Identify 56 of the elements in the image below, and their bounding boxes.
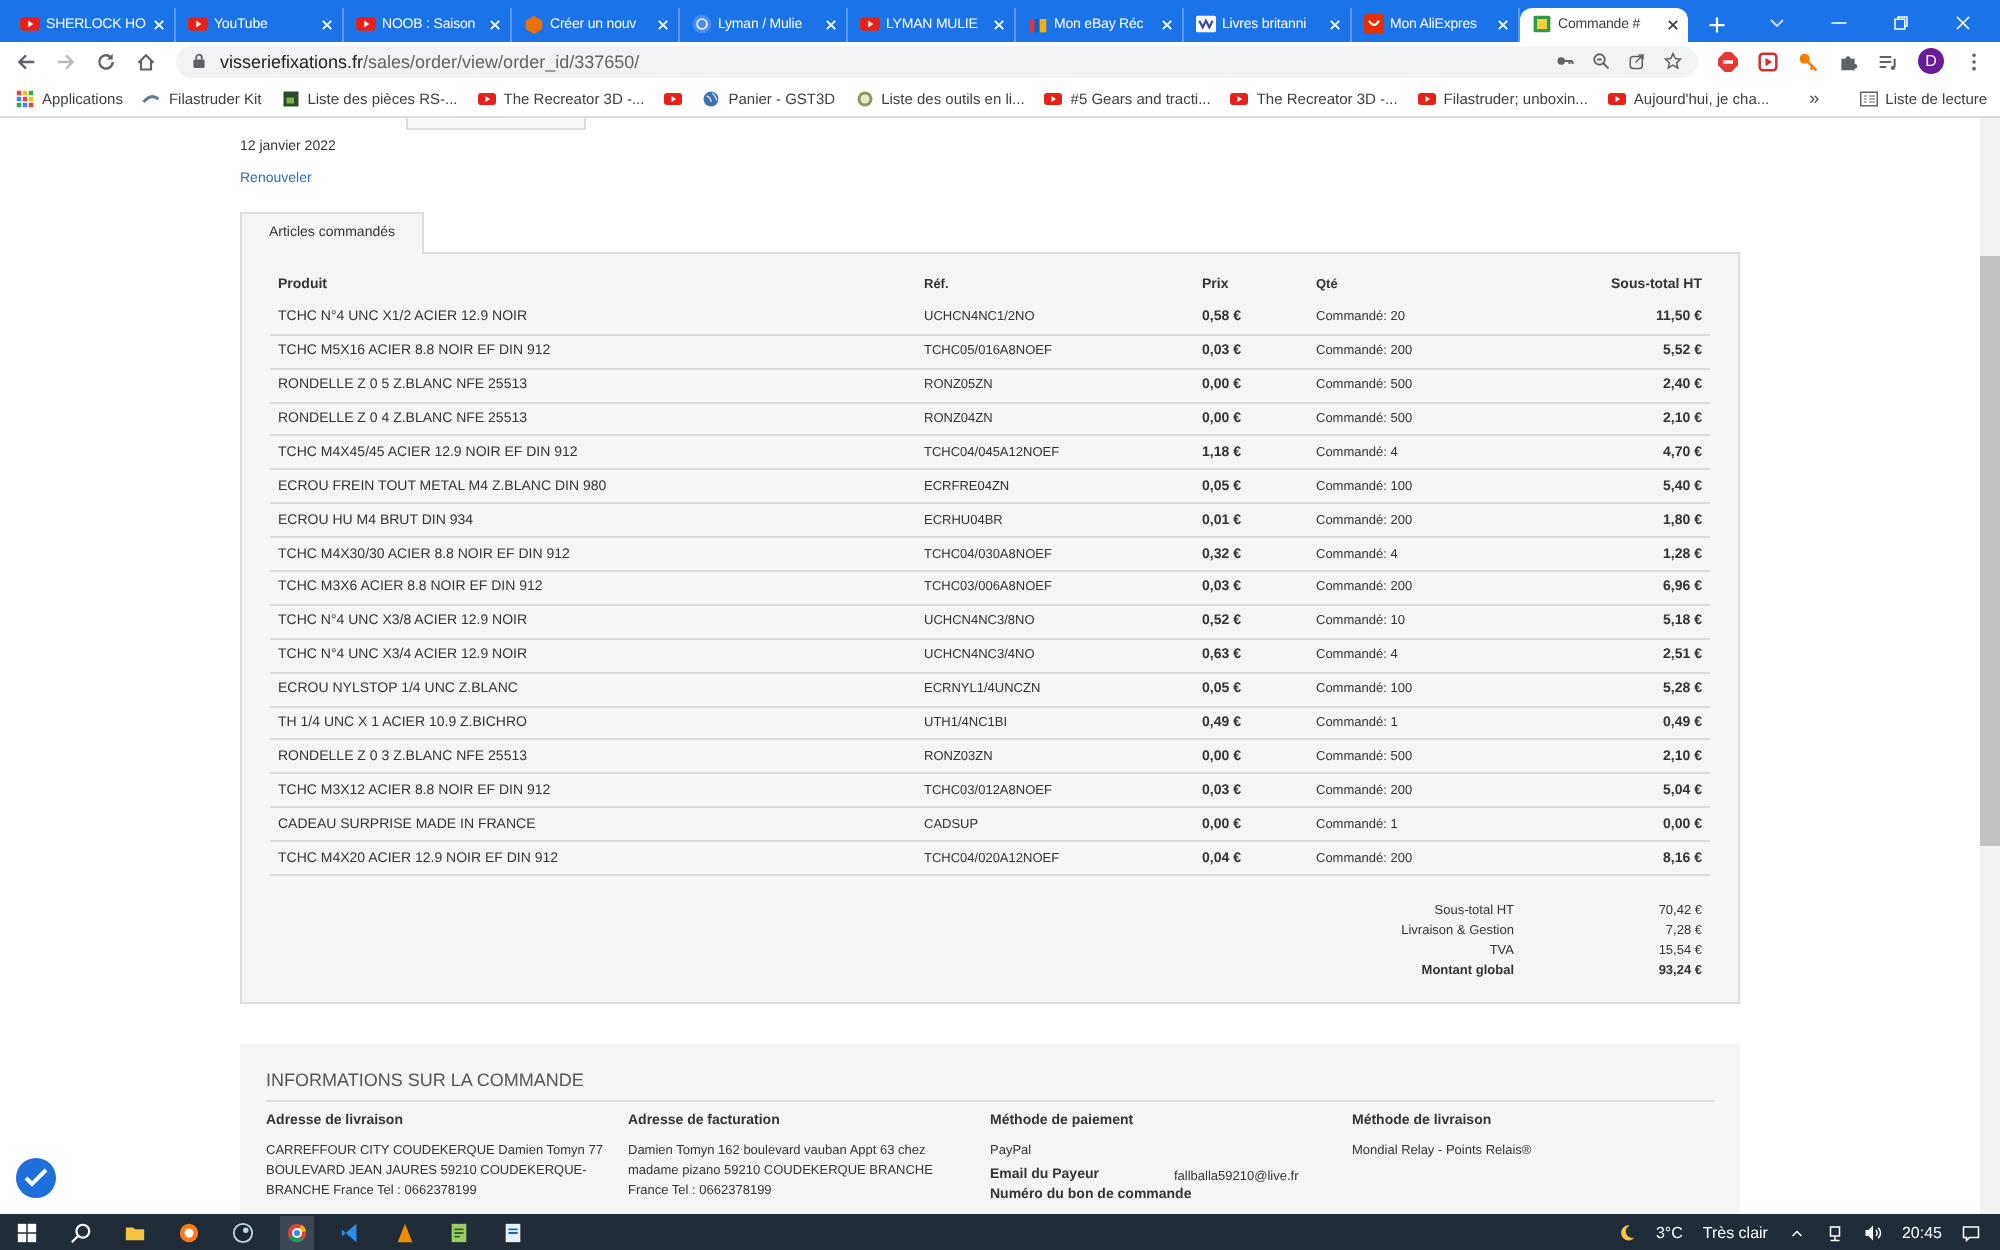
document-icon[interactable] <box>502 1221 524 1244</box>
moon-icon <box>1617 1223 1636 1242</box>
check-badge-icon[interactable] <box>16 1158 56 1199</box>
browser-icon[interactable] <box>286 1221 308 1244</box>
bookmark[interactable] <box>664 89 683 108</box>
key-icon[interactable] <box>1556 52 1574 71</box>
zoom-icon[interactable] <box>1592 52 1610 71</box>
speaker-icon[interactable] <box>1863 1223 1882 1242</box>
lock-icon <box>192 52 206 71</box>
video-icon <box>860 14 880 35</box>
clock: 20:45 <box>1901 1223 1942 1242</box>
video-icon <box>1044 89 1063 108</box>
star-icon[interactable] <box>1664 52 1682 71</box>
image-icon <box>281 89 300 108</box>
weather-text: Très clair <box>1702 1223 1768 1242</box>
new-tab-icon[interactable] <box>1708 15 1726 34</box>
page-icon <box>1532 14 1552 35</box>
list-icon <box>1859 89 1878 108</box>
video-icon <box>1607 89 1626 108</box>
close-icon[interactable] <box>1666 17 1680 32</box>
profile-avatar[interactable]: D <box>1918 48 1944 75</box>
section-title: INFORMATIONS SUR LA COMMANDE <box>266 1070 1714 1103</box>
reload-icon[interactable] <box>96 51 116 72</box>
home-icon[interactable] <box>136 51 156 72</box>
back-icon[interactable] <box>16 51 36 72</box>
notepad-icon[interactable] <box>448 1221 470 1244</box>
key-icon[interactable] <box>1798 51 1818 72</box>
video-icon <box>188 14 208 35</box>
video-icon <box>356 14 376 35</box>
stop-sign-icon[interactable] <box>1718 51 1738 72</box>
restore-icon[interactable] <box>1892 13 1910 32</box>
code-editor-icon[interactable] <box>340 1221 362 1244</box>
video-icon <box>1230 89 1249 108</box>
share-icon[interactable] <box>1628 52 1646 71</box>
video-icon <box>664 89 683 108</box>
video-icon <box>20 14 40 35</box>
circle-icon <box>692 14 712 35</box>
search-icon[interactable] <box>70 1221 92 1244</box>
video-icon <box>1417 89 1436 108</box>
link-icon <box>142 89 161 108</box>
apps-grid-icon <box>16 89 34 108</box>
network-icon[interactable] <box>1825 1223 1844 1242</box>
windows-icon[interactable] <box>16 1221 38 1244</box>
video-icon <box>477 89 496 108</box>
more-bookmarks-button[interactable]: » <box>1809 88 1820 109</box>
cone-icon[interactable] <box>394 1221 416 1244</box>
scrollbar-thumb[interactable] <box>1980 255 2000 846</box>
cube-icon <box>524 14 544 35</box>
address-field[interactable]: visseriefixations.fr/sales/order/view/order_id/337650/ <box>176 45 1698 78</box>
notification-icon[interactable] <box>1962 1223 1980 1242</box>
round-badge-icon <box>855 89 874 108</box>
play-square-icon[interactable] <box>1758 51 1778 72</box>
temperature: 3°C <box>1655 1223 1683 1242</box>
chevron-down-icon[interactable] <box>1768 13 1786 32</box>
puzzle-icon[interactable] <box>1838 51 1858 72</box>
playlist-icon[interactable] <box>1878 51 1898 72</box>
